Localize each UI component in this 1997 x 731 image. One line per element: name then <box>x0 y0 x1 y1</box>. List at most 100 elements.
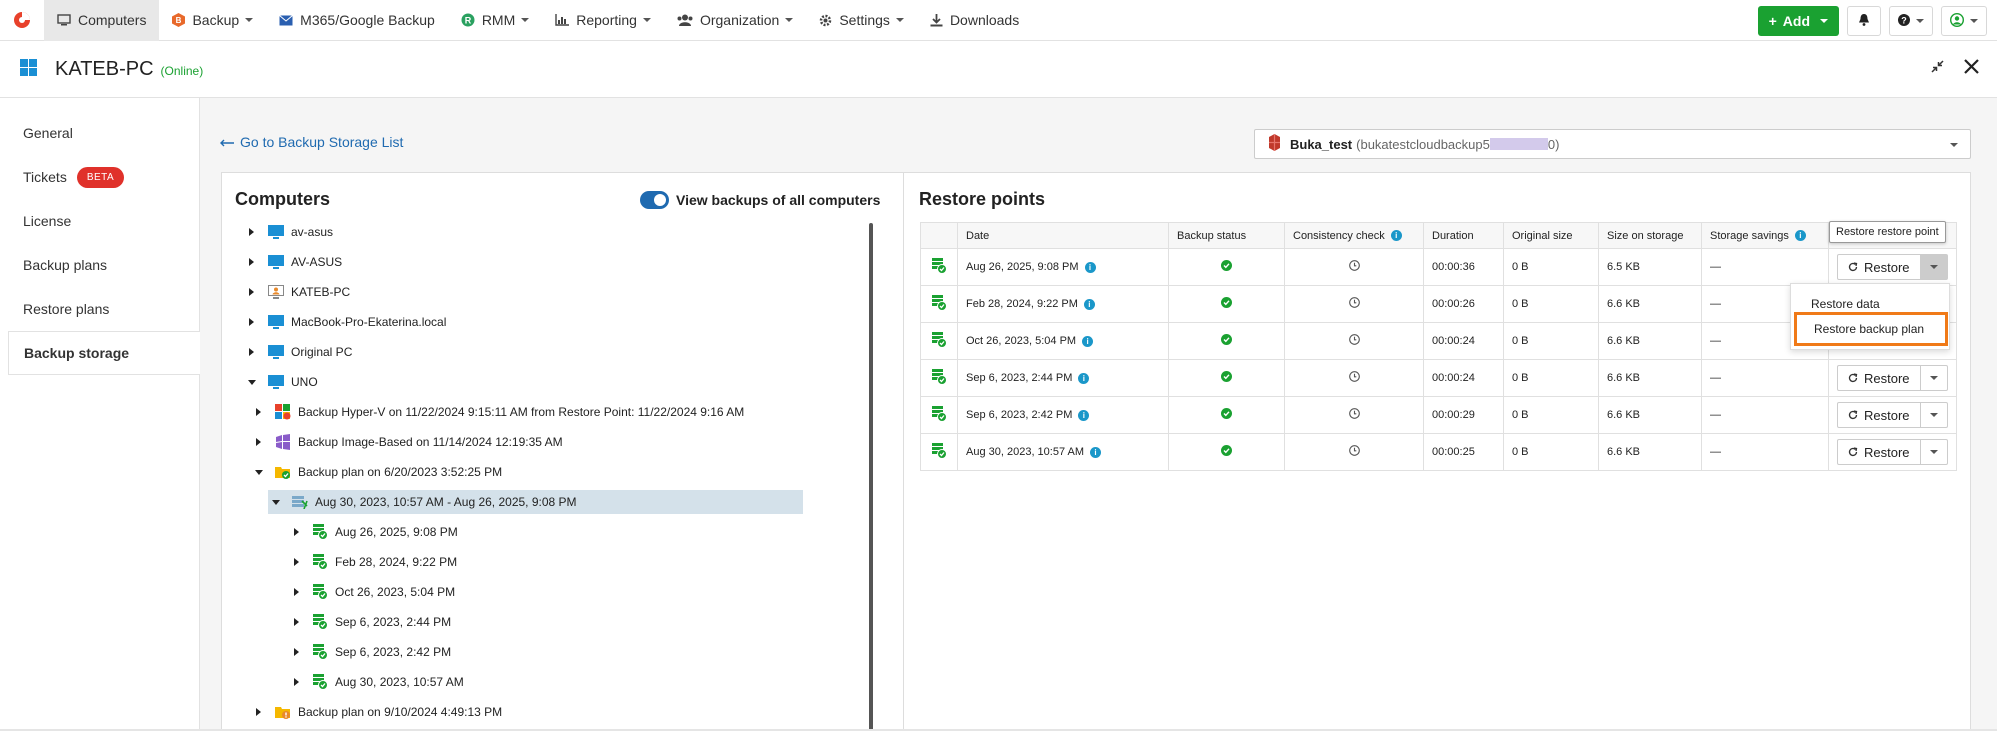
tree-item-restore-range[interactable]: Aug 30, 2023, 10:57 AM - Aug 26, 2025, 9… <box>268 490 803 514</box>
expand-arrow-icon[interactable] <box>256 408 261 416</box>
sidebar-item-license[interactable]: License <box>0 199 199 243</box>
row-icon-cell <box>920 396 958 434</box>
tree-item-computer[interactable]: Original PC <box>249 340 352 364</box>
info-icon[interactable]: i <box>1090 446 1102 458</box>
expand-arrow-icon[interactable] <box>294 528 299 536</box>
restore-button[interactable]: Restore <box>1838 403 1921 427</box>
table-header-storage-savings[interactable]: Storage savings i <box>1701 222 1829 249</box>
info-icon[interactable]: i <box>1078 372 1090 384</box>
info-icon[interactable]: i <box>1083 298 1095 310</box>
tree-item-backup-plan[interactable]: Backup Hyper-V on 11/22/2024 9:15:11 AM … <box>256 400 744 424</box>
expand-arrow-icon[interactable] <box>294 588 299 596</box>
tree-item-restore-point[interactable]: Aug 26, 2025, 9:08 PM <box>294 520 458 544</box>
tree-item-computer[interactable]: UNO <box>248 370 318 394</box>
nav-rmm[interactable]: R RMM <box>448 0 542 41</box>
collapse-arrow-icon[interactable] <box>272 499 280 505</box>
info-icon[interactable]: i <box>1794 230 1806 242</box>
table-row[interactable]: Sep 6, 2023, 2:44 PM i 00:00:24 0 B 6.6 KB — R… <box>920 359 1957 397</box>
nav-reporting[interactable]: Reporting <box>542 0 664 41</box>
tree-item-label: UNO <box>291 375 318 389</box>
tree-item-computer[interactable]: MacBook-Pro-Ekaterina.local <box>249 310 446 334</box>
sidebar-item-tickets[interactable]: Tickets BETA <box>0 155 199 199</box>
help-button[interactable]: ? <box>1889 6 1933 36</box>
sidebar-item-general[interactable]: General <box>0 111 199 155</box>
restore-dropdown-toggle[interactable] <box>1920 255 1947 279</box>
table-header-size-on-storage[interactable]: Size on storage <box>1598 222 1702 249</box>
expand-arrow-icon[interactable] <box>294 648 299 656</box>
info-icon[interactable]: i <box>1078 409 1090 421</box>
table-header-consistency-check[interactable]: Consistency check i <box>1284 222 1424 249</box>
tree-item-restore-point[interactable]: Sep 6, 2023, 2:42 PM <box>294 640 451 664</box>
size-on-storage-cell: 6.6 KB <box>1598 322 1702 360</box>
close-icon[interactable] <box>1964 59 1979 77</box>
sidebar-item-restore-plans[interactable]: Restore plans <box>0 287 199 331</box>
restore-button[interactable]: Restore <box>1838 440 1921 464</box>
nav-downloads[interactable]: Downloads <box>917 0 1032 41</box>
expand-arrow-icon[interactable] <box>256 438 261 446</box>
restore-button[interactable]: Restore <box>1838 255 1921 279</box>
restore-dropdown-toggle[interactable] <box>1921 403 1947 427</box>
table-header-original-size[interactable]: Original size <box>1503 222 1599 249</box>
expand-arrow-icon[interactable] <box>249 288 254 296</box>
view-all-computers-toggle[interactable] <box>640 191 669 209</box>
tree-item-restore-point[interactable]: Feb 28, 2024, 9:22 PM <box>294 550 457 574</box>
tree-item-restore-point[interactable]: Sep 6, 2023, 2:44 PM <box>294 610 451 634</box>
expand-arrow-icon[interactable] <box>256 708 261 716</box>
nav-organization[interactable]: Organization <box>664 0 806 41</box>
info-icon[interactable]: i <box>1390 230 1402 242</box>
table-header-duration[interactable]: Duration <box>1423 222 1504 249</box>
notifications-button[interactable] <box>1847 6 1881 36</box>
nav-m365[interactable]: M365/Google Backup <box>266 0 448 41</box>
consistency-check-cell <box>1284 433 1424 471</box>
collapse-arrow-icon[interactable] <box>255 469 263 475</box>
refresh-icon <box>1848 260 1858 275</box>
tree-item-backup-plan[interactable]: Backup Image-Based on 11/14/2024 12:19:3… <box>256 430 563 454</box>
sidebar-item-label: Backup storage <box>24 345 130 361</box>
back-to-storage-list-link[interactable]: Go to Backup Storage List <box>220 134 403 150</box>
expand-arrow-icon[interactable] <box>249 348 254 356</box>
info-icon[interactable]: i <box>1082 335 1094 347</box>
app-logo-icon[interactable] <box>0 0 44 41</box>
tree-item-restore-point[interactable]: Oct 26, 2023, 5:04 PM <box>294 580 455 604</box>
tree-item-backup-plan[interactable]: Backup plan on 9/10/2024 4:49:13 PM <box>256 700 502 724</box>
monitor-icon <box>57 14 71 26</box>
restore-dropdown-toggle[interactable] <box>1921 366 1947 390</box>
sidebar-item-backup-plans[interactable]: Backup plans <box>0 243 199 287</box>
add-button-label: Add <box>1782 13 1810 29</box>
original-size-cell: 0 B <box>1503 433 1599 471</box>
rmm-icon: R <box>461 13 475 27</box>
storage-account-select[interactable]: Buka_test (bukatestcloudbackup5 0) <box>1254 129 1971 159</box>
chevron-down-icon <box>1929 376 1938 380</box>
table-header-date[interactable]: Date <box>957 222 1169 249</box>
nav-computers[interactable]: Computers <box>44 0 160 41</box>
tree-item-computer[interactable]: av-asus <box>249 220 333 244</box>
tree-item-backup-plan[interactable]: Backup plan on 6/20/2023 3:52:25 PM <box>255 460 502 484</box>
backup-icon: B <box>172 13 186 27</box>
expand-arrow-icon[interactable] <box>294 678 299 686</box>
restore-dropdown-toggle[interactable] <box>1921 440 1947 464</box>
expand-arrow-icon[interactable] <box>249 228 254 236</box>
add-button[interactable]: + Add <box>1757 6 1839 36</box>
expand-arrow-icon[interactable] <box>249 258 254 266</box>
table-header-backup-status[interactable]: Backup status <box>1168 222 1285 249</box>
table-row[interactable]: Aug 30, 2023, 10:57 AM i 00:00:25 0 B 6.6 KB… <box>920 433 1957 471</box>
user-menu-button[interactable] <box>1941 6 1987 36</box>
expand-arrow-icon[interactable] <box>294 618 299 626</box>
tree-scrollbar[interactable] <box>869 223 873 731</box>
tree-item-computer[interactable]: AV-ASUS <box>249 250 342 274</box>
expand-arrow-icon[interactable] <box>249 318 254 326</box>
nav-backup[interactable]: B Backup <box>159 0 266 41</box>
tree-item-computer[interactable]: KATEB-PC <box>249 280 350 304</box>
tree-item-restore-point[interactable]: Aug 30, 2023, 10:57 AM <box>294 670 464 694</box>
table-row[interactable]: Aug 26, 2025, 9:08 PM i 00:00:36 0 B 6.5 KB —… <box>920 248 1957 286</box>
chevron-down-icon <box>642 18 651 22</box>
restore-button[interactable]: Restore <box>1838 366 1921 390</box>
collapse-arrow-icon[interactable] <box>248 379 256 385</box>
table-row[interactable]: Sep 6, 2023, 2:42 PM i 00:00:29 0 B 6.6 KB — R… <box>920 396 1957 434</box>
sidebar-item-backup-storage[interactable]: Backup storage <box>8 331 201 375</box>
info-icon[interactable]: i <box>1084 261 1096 273</box>
nav-settings[interactable]: Settings <box>806 0 917 41</box>
collapse-icon[interactable] <box>1931 60 1944 76</box>
menu-item-restore-backup-plan[interactable]: Restore backup plan <box>1794 312 1948 346</box>
expand-arrow-icon[interactable] <box>294 558 299 566</box>
